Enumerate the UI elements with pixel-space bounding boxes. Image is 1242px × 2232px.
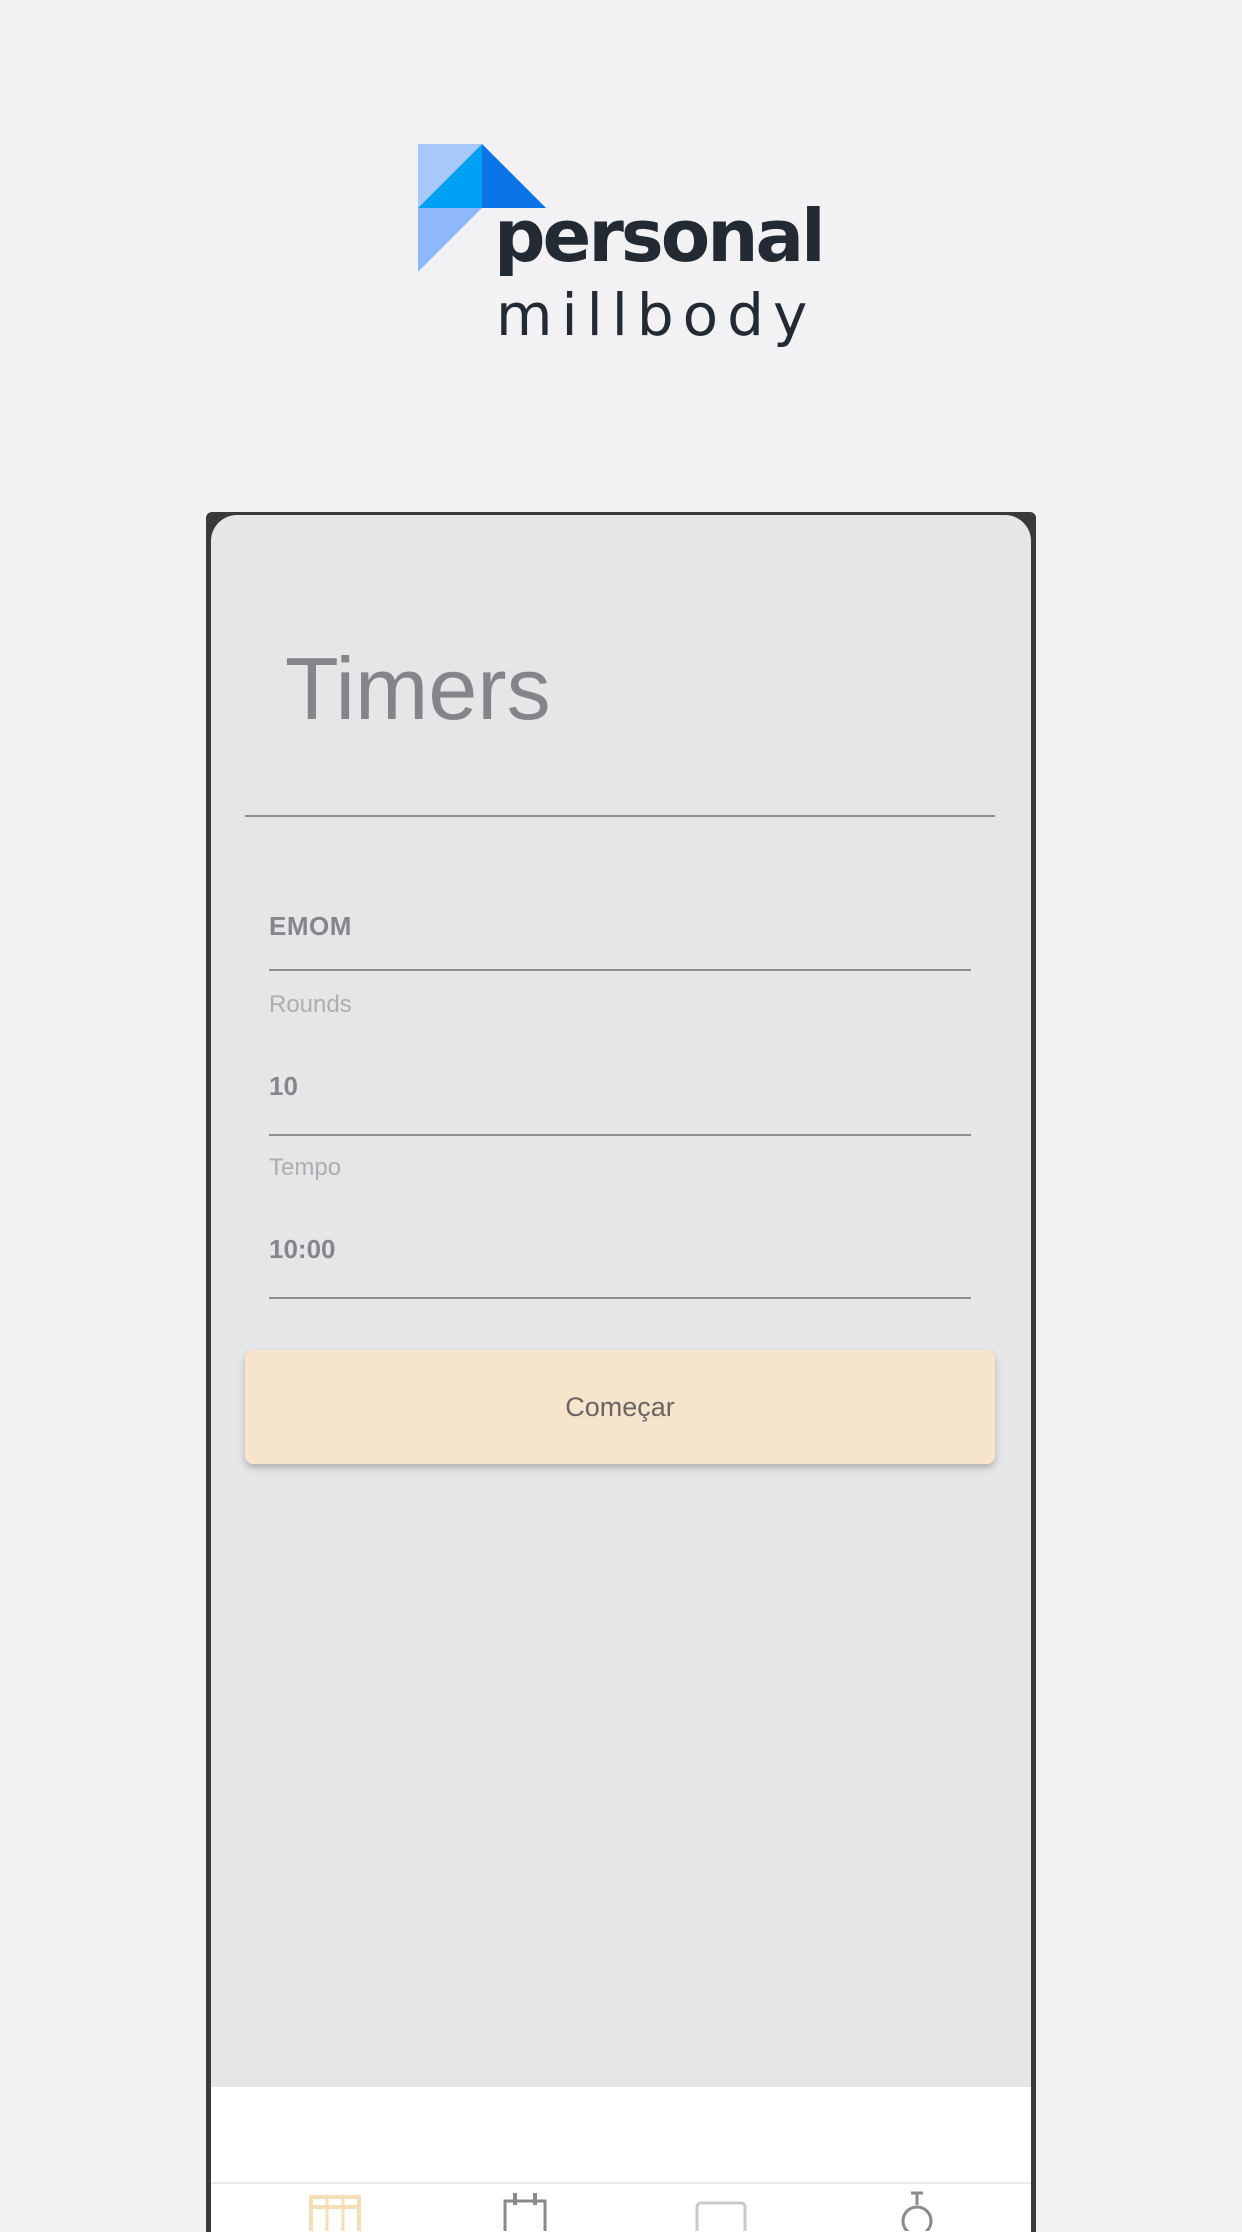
tab-card[interactable] [691, 2191, 751, 2231]
bottom-tab-bar [211, 2087, 1031, 2232]
title-divider [245, 815, 995, 817]
brand-logo: personal millbody [418, 144, 826, 364]
timer-icon [901, 2191, 933, 2231]
calendar-grid-icon [309, 2195, 361, 2231]
app-screen: Timers EMOM Rounds 10 Tempo 10:00 Começa… [211, 515, 1031, 2232]
tempo-input[interactable]: 10:00 [269, 1236, 869, 1262]
timer-type-underline [269, 969, 971, 971]
logo-word-personal: personal [494, 194, 826, 278]
tab-timer[interactable] [887, 2191, 947, 2231]
tab-calendar[interactable] [495, 2191, 555, 2231]
rounds-input[interactable]: 10 [269, 1073, 869, 1099]
phone-frame: Timers EMOM Rounds 10 Tempo 10:00 Começa… [206, 512, 1036, 2232]
rounds-field: Rounds 10 [269, 993, 971, 1143]
calendar-icon [503, 2193, 547, 2231]
tempo-label: Tempo [269, 1154, 342, 1181]
tab-calendar-grid[interactable] [305, 2191, 365, 2231]
logo-word-millbody: millbody [496, 281, 817, 349]
page-title: Timers [285, 639, 551, 738]
timer-type-select[interactable]: EMOM [269, 895, 971, 975]
tempo-underline [269, 1297, 971, 1299]
timer-type-value[interactable]: EMOM [269, 913, 869, 939]
start-button[interactable]: Começar [245, 1350, 995, 1464]
rounds-label: Rounds [269, 991, 352, 1018]
tempo-field: Tempo 10:00 [269, 1156, 971, 1306]
tab-bar-divider [211, 2182, 1031, 2184]
rounds-underline [269, 1134, 971, 1136]
card-icon [695, 2201, 747, 2231]
